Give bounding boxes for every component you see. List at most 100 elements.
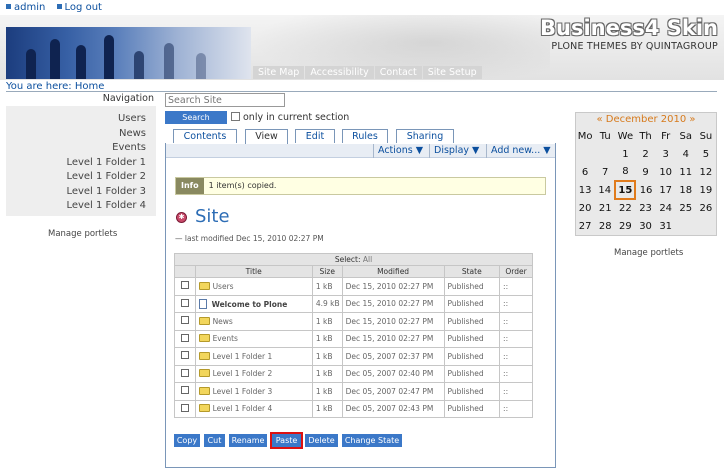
row-order-handle[interactable]: :: bbox=[499, 382, 533, 401]
table-row[interactable]: Welcome to Plone 4.9 kB Dec 15, 2010 02:27… bbox=[174, 294, 533, 313]
row-title-link[interactable]: Level 1 Folder 3 bbox=[213, 387, 273, 396]
calendar-day[interactable]: 11 bbox=[676, 163, 696, 181]
calendar-day[interactable]: 13 bbox=[575, 181, 595, 199]
row-title-link[interactable]: News bbox=[213, 317, 233, 326]
tab-rules[interactable]: Rules bbox=[342, 129, 388, 143]
header-modified[interactable]: Modified bbox=[341, 265, 445, 278]
tab-view[interactable]: View bbox=[245, 129, 288, 144]
row-title-link[interactable]: Events bbox=[213, 334, 238, 343]
display-menu[interactable]: Display ▼ bbox=[429, 144, 485, 158]
calendar-day[interactable]: 12 bbox=[696, 163, 716, 181]
calendar-day[interactable]: 24 bbox=[656, 199, 676, 217]
paste-button[interactable]: Paste bbox=[270, 432, 303, 449]
search-input[interactable] bbox=[165, 93, 285, 107]
copy-button[interactable]: Copy bbox=[174, 434, 200, 447]
tab-edit[interactable]: Edit bbox=[295, 129, 335, 143]
header-state[interactable]: State bbox=[443, 265, 501, 278]
delete-button[interactable]: Delete bbox=[305, 434, 338, 447]
calendar-day[interactable]: 6 bbox=[575, 163, 595, 181]
nav-item-news[interactable]: News bbox=[6, 127, 156, 142]
tab-contents[interactable]: Contents bbox=[173, 129, 237, 143]
calendar-day[interactable]: 21 bbox=[595, 199, 615, 217]
calendar-day[interactable]: 19 bbox=[696, 181, 716, 199]
row-order-handle[interactable]: :: bbox=[499, 277, 533, 296]
tab-sharing[interactable]: Sharing bbox=[396, 129, 454, 143]
header-size[interactable]: Size bbox=[311, 265, 343, 278]
row-title-link[interactable]: Welcome to Plone bbox=[212, 300, 288, 309]
calendar-day[interactable]: 29 bbox=[615, 217, 635, 235]
row-order-handle[interactable]: :: bbox=[499, 329, 533, 348]
row-title-link[interactable]: Level 1 Folder 1 bbox=[213, 352, 273, 361]
row-order-handle[interactable]: :: bbox=[499, 294, 533, 313]
nav-item-users[interactable]: Users bbox=[6, 112, 156, 127]
table-row[interactable]: Level 1 Folder 2 1 kB Dec 05, 2007 02:40 P… bbox=[174, 364, 533, 383]
calendar-day[interactable]: 22 bbox=[615, 199, 635, 217]
table-row[interactable]: Level 1 Folder 3 1 kB Dec 05, 2007 02:47 P… bbox=[174, 382, 533, 401]
calendar-day[interactable]: 2 bbox=[635, 145, 655, 163]
nav-item-events[interactable]: Events bbox=[6, 141, 156, 156]
row-title-link[interactable]: Level 1 Folder 4 bbox=[213, 404, 273, 413]
logout-link[interactable]: Log out bbox=[56, 2, 102, 13]
only-current-section[interactable]: only in current section bbox=[231, 112, 349, 123]
calendar-day[interactable]: 1 bbox=[615, 145, 635, 163]
row-title-link[interactable]: Users bbox=[213, 282, 234, 291]
row-checkbox[interactable] bbox=[180, 298, 189, 307]
select-all-link[interactable]: All bbox=[363, 255, 372, 264]
site-action-sitemap[interactable]: Site Map bbox=[253, 66, 305, 79]
calendar-today[interactable]: 15 bbox=[614, 180, 637, 200]
site-action-setup[interactable]: Site Setup bbox=[422, 66, 482, 79]
calendar-day[interactable]: 27 bbox=[575, 217, 595, 235]
calendar-prev[interactable]: « bbox=[596, 114, 602, 125]
row-order-handle[interactable]: :: bbox=[499, 364, 533, 383]
site-action-contact[interactable]: Contact bbox=[374, 66, 422, 79]
row-checkbox[interactable] bbox=[180, 281, 189, 290]
calendar-day[interactable]: 20 bbox=[575, 199, 595, 217]
row-checkbox[interactable] bbox=[180, 333, 189, 342]
nav-item-folder-4[interactable]: Level 1 Folder 4 bbox=[6, 199, 156, 214]
actions-menu[interactable]: Actions ▼ bbox=[373, 144, 427, 158]
manage-portlets-right[interactable]: Manage portlets bbox=[614, 248, 683, 258]
header-title[interactable]: Title bbox=[194, 265, 313, 278]
search-button[interactable]: Search bbox=[165, 111, 227, 124]
row-order-handle[interactable]: :: bbox=[499, 347, 533, 366]
table-row[interactable]: Level 1 Folder 1 1 kB Dec 05, 2007 02:37 P… bbox=[174, 347, 533, 366]
calendar-day[interactable]: 18 bbox=[676, 181, 696, 199]
calendar-day[interactable]: 4 bbox=[676, 145, 696, 163]
calendar-day[interactable]: 25 bbox=[676, 199, 696, 217]
calendar-day[interactable]: 14 bbox=[595, 181, 615, 199]
calendar-day[interactable]: 3 bbox=[656, 145, 676, 163]
calendar-day[interactable]: 31 bbox=[656, 217, 676, 235]
cut-button[interactable]: Cut bbox=[204, 434, 225, 447]
table-row[interactable]: Users 1 kB Dec 15, 2010 02:27 PM Published:… bbox=[174, 277, 533, 296]
calendar-day[interactable]: 16 bbox=[635, 181, 655, 199]
calendar-next[interactable]: » bbox=[689, 114, 695, 125]
change-state-button[interactable]: Change State bbox=[342, 434, 402, 447]
user-link[interactable]: admin bbox=[6, 2, 45, 13]
calendar-day[interactable]: 9 bbox=[635, 163, 655, 181]
calendar-day[interactable]: 26 bbox=[696, 199, 716, 217]
nav-item-folder-2[interactable]: Level 1 Folder 2 bbox=[6, 170, 156, 185]
calendar-day[interactable]: 23 bbox=[635, 199, 655, 217]
nav-item-folder-1[interactable]: Level 1 Folder 1 bbox=[6, 156, 156, 171]
row-order-handle[interactable]: :: bbox=[499, 312, 533, 331]
manage-portlets-left[interactable]: Manage portlets bbox=[48, 229, 117, 239]
site-action-accessibility[interactable]: Accessibility bbox=[305, 66, 374, 79]
nav-item-folder-3[interactable]: Level 1 Folder 3 bbox=[6, 185, 156, 200]
row-checkbox[interactable] bbox=[180, 368, 189, 377]
table-row[interactable]: Level 1 Folder 4 1 kB Dec 05, 2007 02:43 P… bbox=[174, 399, 533, 418]
rename-button[interactable]: Rename bbox=[229, 434, 267, 447]
calendar-day[interactable]: 28 bbox=[595, 217, 615, 235]
row-checkbox[interactable] bbox=[180, 316, 189, 325]
only-current-checkbox[interactable] bbox=[231, 112, 240, 121]
row-order-handle[interactable]: :: bbox=[499, 399, 533, 418]
row-title-link[interactable]: Level 1 Folder 2 bbox=[213, 369, 273, 378]
calendar-day[interactable]: 8 bbox=[615, 163, 635, 181]
brand-logo[interactable]: Business4 Skin PLONE THEMES BY QUINTAGRO… bbox=[540, 16, 718, 52]
calendar-day[interactable]: 17 bbox=[656, 181, 676, 199]
row-checkbox[interactable] bbox=[180, 403, 189, 412]
calendar-day[interactable]: 7 bbox=[595, 163, 615, 181]
table-row[interactable]: Events 1 kB Dec 15, 2010 02:27 PM Published… bbox=[174, 329, 533, 348]
row-checkbox[interactable] bbox=[180, 351, 189, 360]
row-checkbox[interactable] bbox=[180, 386, 189, 395]
add-new-menu[interactable]: Add new... ▼ bbox=[486, 144, 555, 158]
